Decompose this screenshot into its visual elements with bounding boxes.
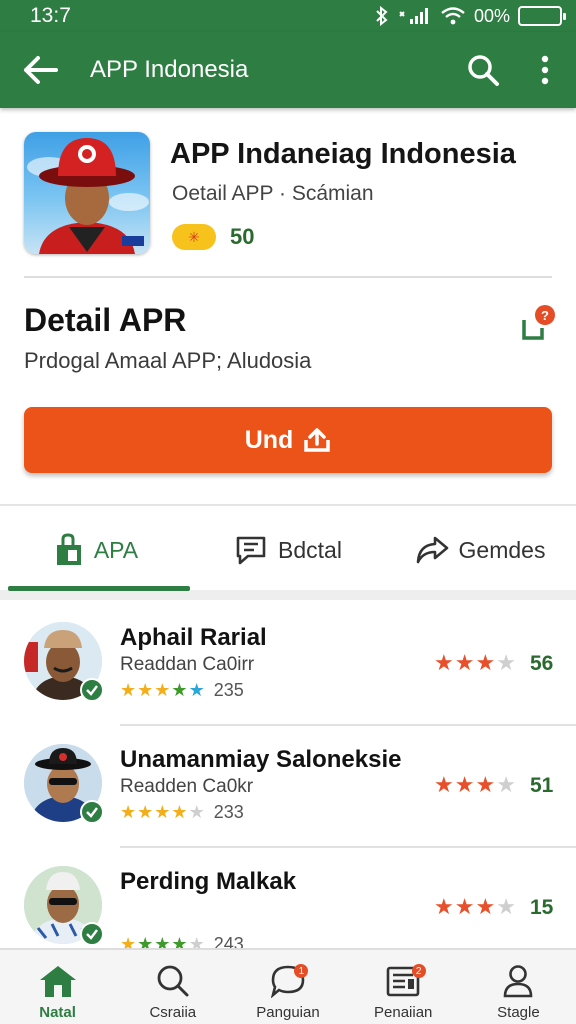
forward-arrow-icon: [416, 536, 448, 564]
mini-rating: ★ ★ ★ ★ ★ 233: [120, 802, 244, 822]
battery-percent: 00%: [473, 5, 510, 26]
status-time: 13:7: [30, 4, 71, 27]
verified-check-icon: [80, 678, 104, 702]
app-icon: [24, 132, 150, 254]
app-name: APP Indaneiag Indonesia: [170, 138, 516, 170]
tab-gemdes[interactable]: Gemdes: [384, 510, 576, 590]
share-button[interactable]: ?: [518, 304, 558, 344]
app-subtitle: Oetail APP · Scámian: [172, 182, 374, 205]
upload-icon: [304, 428, 331, 452]
search-button[interactable]: [452, 32, 514, 108]
search-icon: [157, 965, 189, 997]
arrow-left-icon: [24, 56, 58, 84]
primary-action-button[interactable]: Und: [24, 407, 552, 473]
tab-bdctal[interactable]: Bdctal: [192, 510, 384, 590]
person-icon: [504, 965, 533, 998]
rating-value: 56: [530, 652, 554, 675]
divider: [24, 276, 552, 278]
nav-item-natal[interactable]: Natal: [0, 950, 115, 1024]
star-rating: ★ ★ ★ ★: [434, 894, 516, 919]
message-icon: [236, 536, 266, 565]
reviewer-name: Unamanmiay Saloneksie: [120, 746, 402, 773]
nav-item-penaiian[interactable]: 2 Penaiian: [346, 950, 461, 1024]
tab-indicator: [8, 586, 190, 591]
mini-rating: ★ ★ ★ ★ ★ 235: [120, 680, 244, 700]
back-button[interactable]: [0, 32, 80, 108]
tab-label: Bdctal: [278, 536, 342, 563]
detail-subtitle: Prdogal Amaal APP; Aludosia: [24, 348, 312, 373]
shopping-bag-icon: [56, 533, 81, 565]
app-bar: APP Indonesia: [0, 32, 576, 108]
status-bar: 13:7 00%: [0, 0, 576, 32]
wifi-icon: [441, 7, 465, 25]
search-icon: [468, 55, 499, 86]
reviewer-sub: Readdan Ca0irr: [120, 654, 255, 675]
nav-label: Natal: [39, 1004, 76, 1021]
share-badge: ?: [541, 308, 549, 323]
tab-label: APA: [93, 536, 139, 563]
notification-badge: 1: [294, 964, 309, 978]
nav-item-csraiia[interactable]: Csraiia: [115, 950, 230, 1024]
reviewer-name: Aphail Rarial: [120, 624, 267, 651]
bottom-nav: Natal Csraiia 1 Panguian 2 Penaiian Stag…: [0, 948, 576, 1024]
nav-label: Csraiia: [149, 1004, 197, 1021]
review-count: 235: [213, 680, 244, 700]
more-vert-icon: [541, 55, 549, 85]
tab-apa[interactable]: APA: [0, 510, 192, 590]
bluetooth-icon: [376, 6, 388, 26]
rating-value: 15: [530, 896, 554, 919]
detail-title: Detail APR: [24, 302, 187, 338]
review-list: Aphail Rarial Readdan Ca0irr ★ ★ ★ ★ ★ 235 ★ ★…: [0, 604, 576, 970]
reviewer-sub: Readden Ca0kr: [120, 776, 254, 797]
battery-icon: [518, 6, 566, 26]
list-item[interactable]: Unamanmiay Saloneksie Readden Ca0kr ★ ★ ★ ★…: [0, 726, 576, 848]
rating-badge-icon: ✳: [188, 228, 200, 245]
section-divider: [0, 504, 576, 506]
signal-icon: [399, 8, 428, 24]
rating-badge: ✳: [172, 224, 216, 250]
star-rating: ★ ★ ★ ★: [434, 650, 516, 675]
primary-action-label: Und: [244, 425, 294, 454]
app-bar-title: APP Indonesia: [90, 56, 249, 83]
app-rating-value: 50: [230, 224, 255, 249]
rating-value: 51: [530, 774, 554, 797]
home-icon: [39, 966, 76, 997]
share-icon: ?: [522, 305, 555, 340]
verified-check-icon: [80, 922, 104, 946]
notification-badge: 2: [411, 964, 426, 978]
review-count: 233: [213, 802, 244, 822]
nav-label: Panguian: [256, 1004, 320, 1021]
more-options-button[interactable]: [514, 32, 576, 108]
verified-check-icon: [80, 800, 104, 824]
nav-label: Stagle: [497, 1004, 540, 1021]
tab-label: Gemdes: [458, 536, 546, 563]
app-header: APP Indaneiag Indonesia Oetail APP · Scá…: [0, 112, 576, 276]
nav-item-stagle[interactable]: Stagle: [461, 950, 576, 1024]
nav-label: Penaiian: [374, 1004, 433, 1021]
reviewer-name: Perding Malkak: [120, 868, 297, 895]
list-item[interactable]: Aphail Rarial Readdan Ca0irr ★ ★ ★ ★ ★ 235 ★ ★…: [0, 604, 576, 726]
status-icons: 00%: [374, 5, 566, 27]
star-rating: ★ ★ ★ ★: [434, 772, 516, 797]
tab-underline-track: [0, 590, 576, 600]
tab-bar: APA Bdctal Gemdes: [0, 510, 576, 590]
nav-item-panguian[interactable]: 1 Panguian: [230, 950, 345, 1024]
